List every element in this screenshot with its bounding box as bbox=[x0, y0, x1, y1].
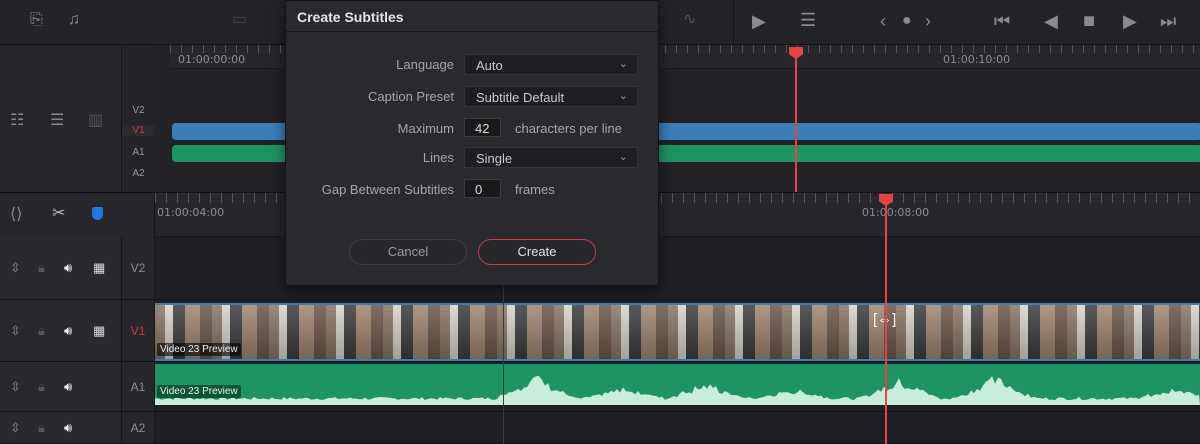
lock-icon[interactable]: 🔒︎ bbox=[38, 260, 45, 276]
create-button[interactable]: Create bbox=[478, 239, 596, 265]
track-options-icon[interactable]: ▥ bbox=[88, 113, 103, 129]
reverse-play-button[interactable]: ◀ bbox=[1044, 12, 1058, 30]
lines-select[interactable]: Single ⌄ bbox=[464, 147, 638, 168]
marker-dot-icon[interactable]: ● bbox=[902, 13, 912, 29]
mini-timecode: 01:00:00:00 bbox=[178, 53, 246, 66]
language-label: Language bbox=[396, 57, 454, 72]
track-name[interactable]: V1 bbox=[122, 300, 155, 361]
track-name[interactable]: A2 bbox=[122, 412, 155, 443]
audio-waveform bbox=[155, 376, 1200, 405]
gap-unit: frames bbox=[515, 182, 555, 197]
jump-start-button[interactable]: ⏮ bbox=[994, 12, 1010, 30]
maximum-unit: characters per line bbox=[515, 121, 622, 136]
chevron-down-icon: ⌄ bbox=[618, 58, 628, 70]
track-name[interactable]: V2 bbox=[122, 237, 155, 299]
mini-playhead[interactable] bbox=[795, 55, 797, 192]
timeline-tools: ⟨⟩ ✂ bbox=[0, 193, 155, 237]
mini-track-a1[interactable]: A1 bbox=[122, 147, 155, 158]
clip-label: Video 23 Preview bbox=[157, 385, 241, 398]
video-clip[interactable]: Video 23 Preview [⇔] bbox=[155, 303, 1200, 361]
previous-edit-button[interactable]: ‹ bbox=[880, 12, 886, 30]
track-height-icon[interactable]: ⇳ bbox=[10, 379, 21, 395]
track-select-icon[interactable]: ☷ bbox=[10, 113, 24, 129]
mini-timeline-tools: ☷ ☰ ▥ bbox=[0, 45, 122, 192]
track-height-icon[interactable]: ⇳ bbox=[10, 323, 21, 339]
play-clip-icon[interactable]: ▶ bbox=[752, 12, 766, 30]
lines-value: Single bbox=[476, 151, 513, 166]
razor-icon[interactable]: ✂ bbox=[52, 206, 65, 222]
caption-preset-select[interactable]: Subtitle Default ⌄ bbox=[464, 86, 638, 107]
create-subtitles-dialog: Create Subtitles Language Auto ⌄ Caption … bbox=[285, 0, 659, 286]
clip-label: Video 23 Preview bbox=[157, 343, 241, 356]
mini-track-v2[interactable]: V2 bbox=[122, 105, 155, 116]
lock-icon[interactable]: 🔒︎ bbox=[38, 379, 45, 395]
mixer-settings-icon[interactable]: ☰ bbox=[800, 11, 816, 29]
timecode: 01:00:08:00 bbox=[862, 206, 930, 219]
track-height-icon[interactable]: ⇳ bbox=[10, 260, 21, 276]
track-v1: ⇳ 🔒︎ 🔊︎ ▦ V1 Video 23 Preview [⇔] bbox=[0, 300, 1200, 362]
mini-timecode: 01:00:10:00 bbox=[943, 53, 1011, 66]
overwrite-icon[interactable]: ▭ bbox=[232, 12, 247, 28]
language-value: Auto bbox=[476, 58, 503, 73]
track-name[interactable]: A1 bbox=[122, 362, 155, 411]
track-lock-icon[interactable]: ☰ bbox=[50, 113, 64, 129]
insert-audio-icon[interactable]: ♫ bbox=[68, 12, 80, 28]
jump-end-button[interactable]: ⏭ bbox=[1160, 12, 1176, 30]
chevron-down-icon: ⌄ bbox=[618, 90, 628, 102]
flag-icon[interactable] bbox=[92, 207, 103, 220]
maximum-chars-input[interactable]: 42 bbox=[464, 118, 501, 137]
gap-frames-input[interactable]: 0 bbox=[464, 179, 501, 198]
maximum-label: Maximum bbox=[397, 121, 454, 136]
gap-label: Gap Between Subtitles bbox=[321, 182, 454, 197]
audio-waveform-icon[interactable]: ∿ bbox=[683, 12, 696, 28]
playhead[interactable] bbox=[885, 200, 887, 444]
cancel-button[interactable]: Cancel bbox=[349, 239, 467, 265]
caption-preset-value: Subtitle Default bbox=[476, 90, 565, 105]
next-edit-button[interactable]: › bbox=[925, 12, 931, 30]
dialog-title: Create Subtitles bbox=[286, 1, 658, 32]
audio-clip[interactable]: Video 23 Preview bbox=[155, 364, 1200, 405]
chevron-down-icon: ⌄ bbox=[618, 151, 628, 163]
mini-track-a2[interactable]: A2 bbox=[122, 168, 155, 179]
film-icon[interactable]: ▦ bbox=[93, 323, 105, 339]
speaker-icon[interactable]: 🔊︎ bbox=[64, 379, 72, 395]
timecode: 01:00:04:00 bbox=[157, 206, 225, 219]
track-a2: ⇳ 🔒︎ 🔊︎ A2 bbox=[0, 412, 1200, 444]
play-button[interactable]: ▶ bbox=[1123, 12, 1137, 30]
language-select[interactable]: Auto ⌄ bbox=[464, 54, 638, 75]
film-icon[interactable]: ▦ bbox=[93, 260, 105, 276]
track-a1: ⇳ 🔒︎ 🔊︎ A1 Video 23 Preview bbox=[0, 362, 1200, 412]
lock-icon[interactable]: 🔒︎ bbox=[38, 323, 45, 339]
insert-clip-icon[interactable]: ⎘ bbox=[30, 12, 43, 28]
zoom-fit-icon[interactable]: ⟨⟩ bbox=[10, 207, 22, 223]
mini-track-v1[interactable]: V1 bbox=[122, 125, 155, 136]
caption-preset-label: Caption Preset bbox=[368, 89, 454, 104]
lines-label: Lines bbox=[422, 150, 454, 165]
track-height-icon[interactable]: ⇳ bbox=[10, 420, 21, 436]
waveform-shape bbox=[155, 376, 1200, 405]
lock-icon[interactable]: 🔒︎ bbox=[38, 420, 45, 436]
mini-track-labels: V2 V1 A1 A2 bbox=[122, 45, 155, 192]
speaker-icon[interactable]: 🔊︎ bbox=[64, 260, 72, 276]
speaker-icon[interactable]: 🔊︎ bbox=[64, 323, 72, 339]
stop-button[interactable]: ■ bbox=[1083, 11, 1095, 31]
speaker-icon[interactable]: 🔊︎ bbox=[64, 420, 72, 436]
